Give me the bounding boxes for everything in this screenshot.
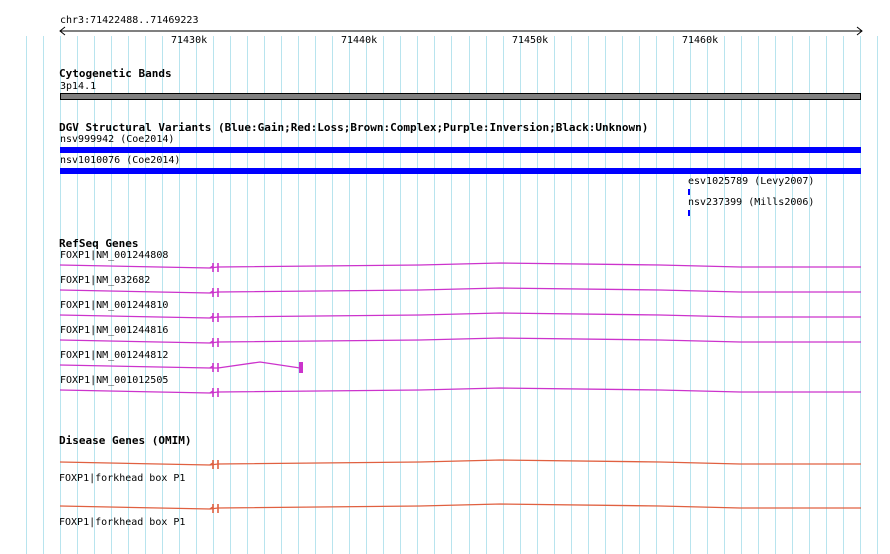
omim-gene-model[interactable] bbox=[59, 459, 861, 469]
omim-gene-model[interactable] bbox=[59, 503, 861, 513]
omim-gene-label: FOXP1|forkhead box P1 bbox=[59, 517, 186, 528]
omim-gene-label: FOXP1|forkhead box P1 bbox=[59, 473, 186, 484]
genome-browser-panel[interactable]: chr3:71422488..71469223 71430k 71440k 71… bbox=[0, 0, 890, 554]
omim-genes bbox=[59, 459, 861, 513]
